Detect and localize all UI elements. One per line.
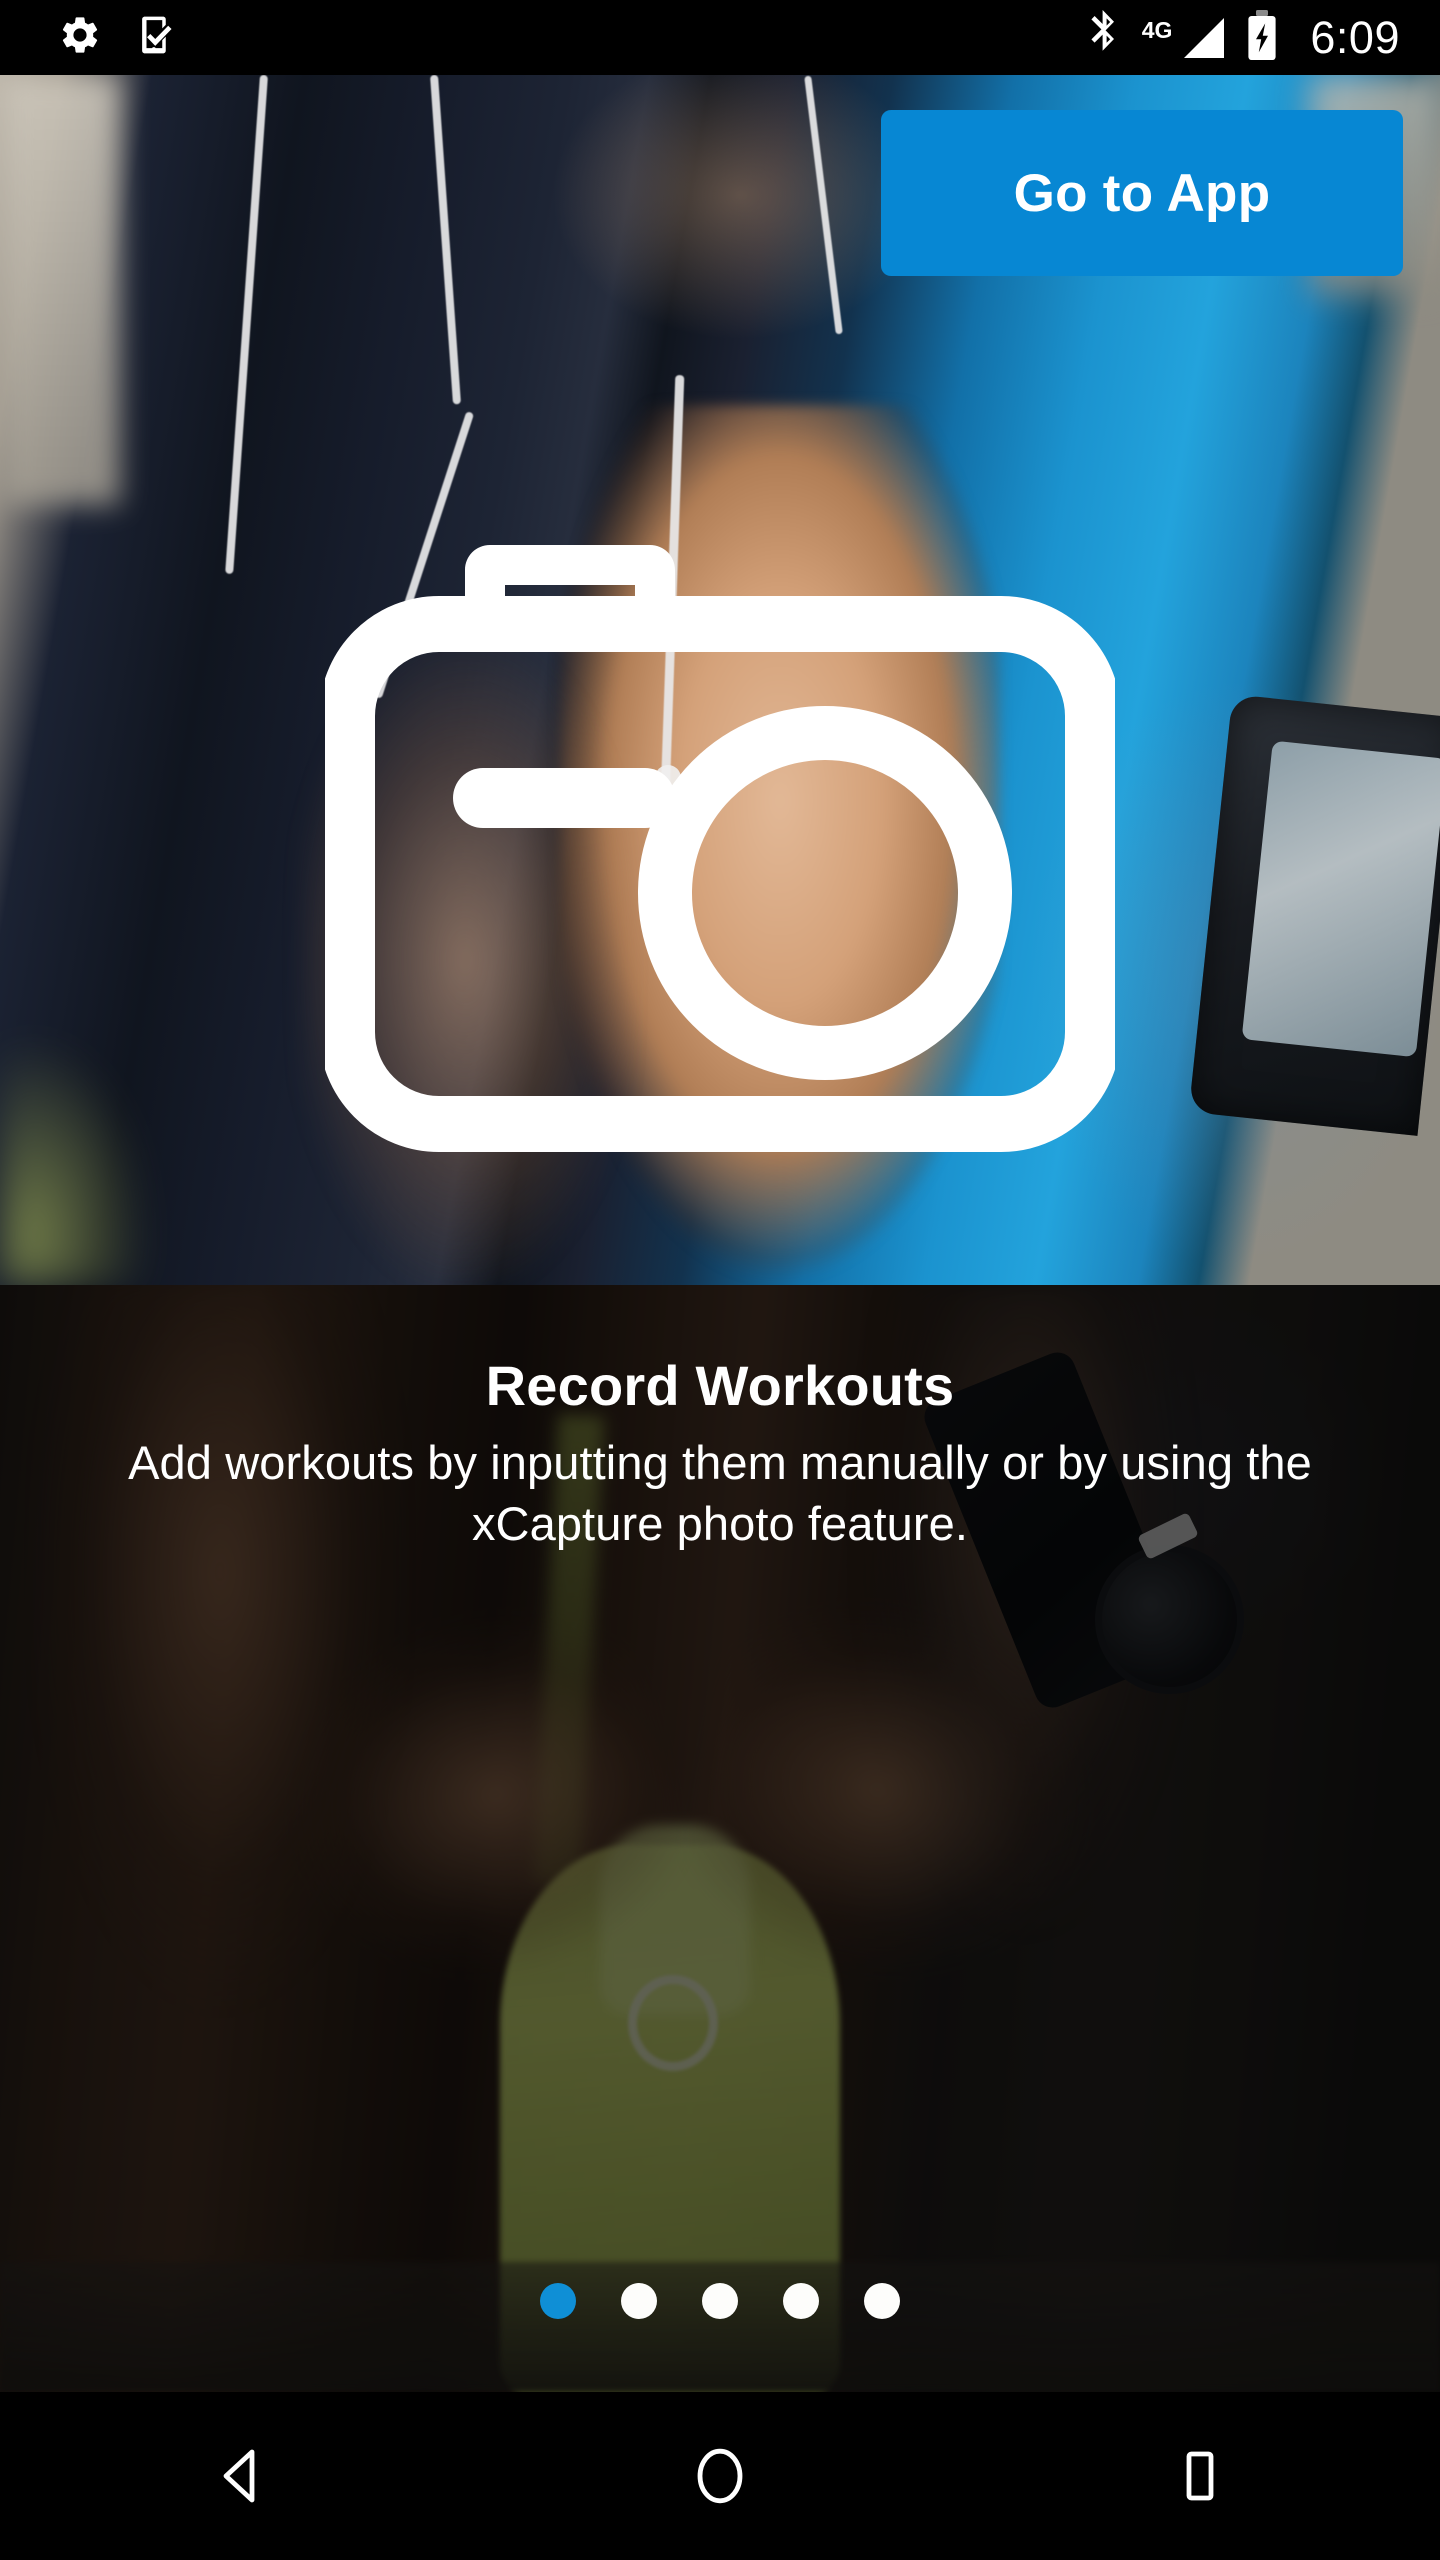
dark-overlay-scrim [0,1285,1440,2392]
go-to-app-button[interactable]: Go to App [881,110,1403,276]
status-bar: 4G 6:09 [0,0,1440,75]
pagination-dots [0,2283,1440,2319]
pagination-dot-4[interactable] [783,2283,819,2319]
onboarding-lower-section [0,1285,1440,2392]
armband-phone-screen [1241,740,1440,1058]
battery-charging-icon [1246,9,1278,66]
settings-gear-icon [58,13,102,62]
android-navigation-bar [0,2392,1440,2560]
pagination-dot-3[interactable] [702,2283,738,2319]
hero-background-green-blur [0,1035,150,1285]
signal-bars-icon [1184,17,1225,58]
nav-home-button[interactable] [480,2392,960,2560]
pagination-dot-5[interactable] [864,2283,900,2319]
status-bar-clock: 6:09 [1310,12,1400,63]
pagination-dot-2[interactable] [621,2283,657,2319]
bluetooth-icon [1086,10,1120,65]
earbud-inline-remote [655,765,681,875]
app-screen: 4G 6:09 Go to App Record Workouts Add wo… [0,0,1440,2560]
phone-armband [1188,694,1440,1136]
hero-background-left-blur [0,75,120,505]
network-type-label: 4G [1141,17,1173,43]
nav-recents-button[interactable] [960,2392,1440,2560]
status-bar-right-icons: 4G 6:09 [1086,0,1400,75]
phone-check-icon [136,12,178,63]
hero-knee-secondary-highlight [300,635,630,1285]
status-bar-left-icons [58,0,178,75]
nav-back-button[interactable] [0,2392,480,2560]
pagination-dot-1[interactable] [540,2283,576,2319]
